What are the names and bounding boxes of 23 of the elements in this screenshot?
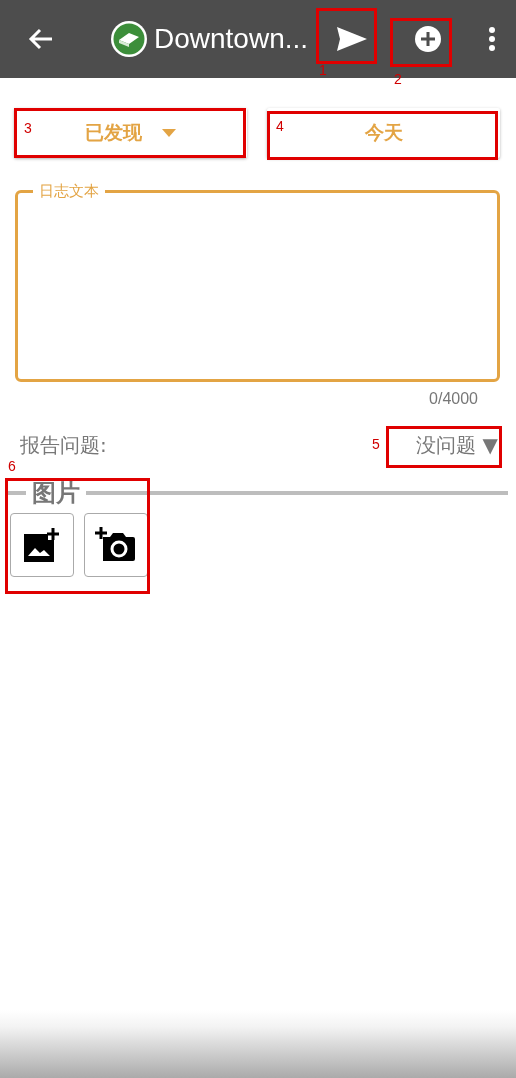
menu-icon[interactable] [488,27,496,51]
character-counter: 0/4000 [429,390,478,408]
camera-plus-icon [95,527,137,563]
add-image-button[interactable] [10,513,74,577]
send-icon[interactable] [336,26,368,52]
camera-button[interactable] [84,513,148,577]
annotation-frame [390,18,452,67]
report-label: 报告问题: [20,432,107,459]
annotation-number: 4 [276,118,284,134]
log-text-field[interactable]: 日志文本 [15,182,500,382]
app-title: Downtown... [154,23,310,55]
annotation-number: 6 [8,458,16,474]
annotation-frame [316,8,377,64]
annotation-number: 3 [24,120,32,136]
annotation-number: 5 [372,436,380,452]
caret-icon [162,129,176,137]
problem-dropdown[interactable]: 没问题 ▼ [412,430,502,461]
back-icon[interactable] [28,28,54,50]
image-plus-icon [24,528,60,562]
logo-icon [110,20,148,58]
add-icon[interactable] [414,25,442,53]
annotation-number: 1 [319,62,327,78]
section-title: 图片 [32,478,80,509]
